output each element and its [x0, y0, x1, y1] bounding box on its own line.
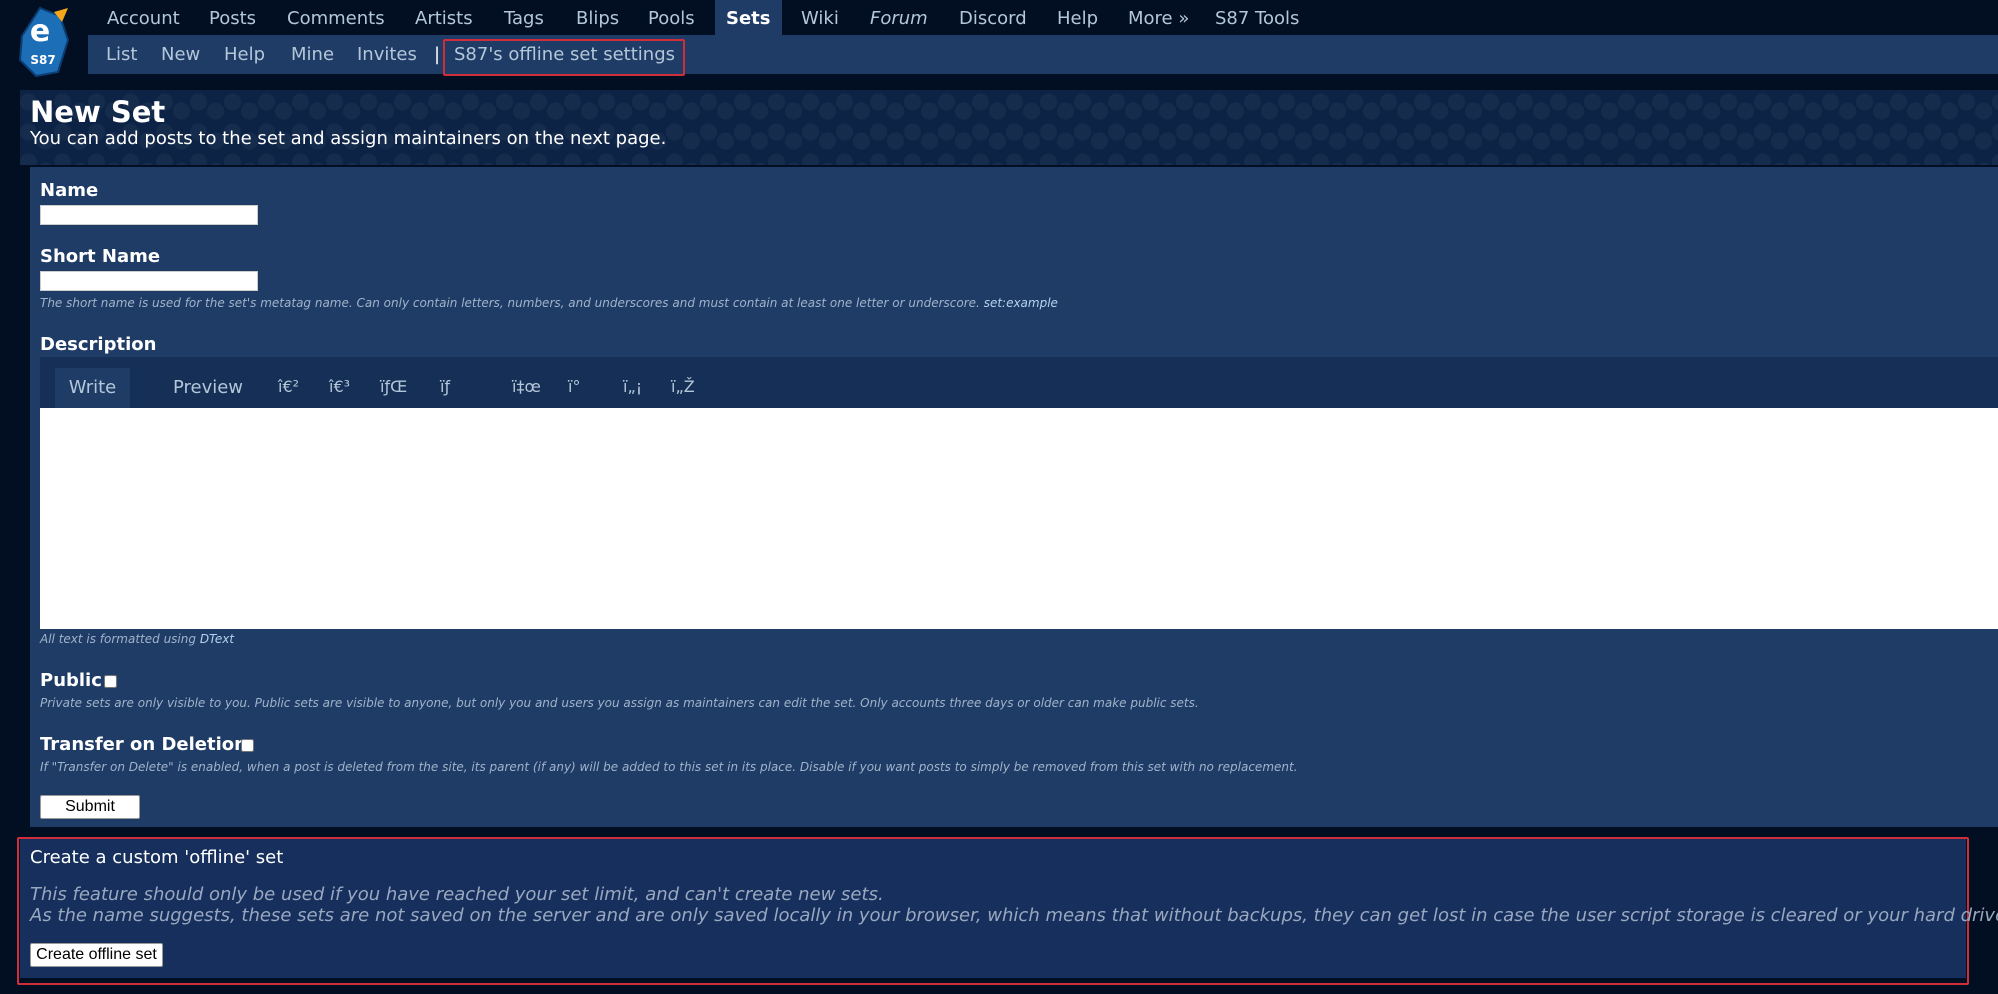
editor-tabbar: Write Preview î€² î€³ ïƒŒ ïƒ ï‡œ ï° ï„¡ …: [40, 357, 1998, 408]
dtext-hint: All text is formatted using DText: [40, 632, 234, 646]
page-subtitle: You can add posts to the set and assign …: [30, 128, 667, 149]
public-checkbox[interactable]: [104, 675, 117, 688]
logo-icon: e S87: [18, 6, 70, 78]
subnav-mine[interactable]: Mine: [282, 35, 343, 74]
toolbar-strikethrough-icon[interactable]: ïƒŒ: [380, 369, 407, 405]
dtext-hint-text: All text is formatted using: [40, 632, 196, 646]
description-textarea[interactable]: [40, 408, 1998, 629]
nav-pools[interactable]: Pools: [637, 0, 706, 37]
nav-more[interactable]: More »: [1117, 0, 1200, 37]
subnav-new[interactable]: New: [152, 35, 209, 74]
tab-preview[interactable]: Preview: [153, 368, 263, 408]
short-name-input[interactable]: [40, 271, 258, 291]
transfer-on-deletion-hint: If "Transfer on Delete" is enabled, when…: [40, 760, 1298, 774]
name-label: Name: [40, 180, 99, 201]
page-title: New Set: [30, 95, 166, 129]
offline-set-description-line1: This feature should only be used if you …: [30, 884, 884, 905]
short-name-hint: The short name is used for the set's met…: [40, 296, 1058, 310]
toolbar-code-icon[interactable]: ï„¡: [623, 369, 642, 405]
subnav-help[interactable]: Help: [215, 35, 274, 74]
submit-button[interactable]: Submit: [40, 795, 140, 819]
nav-tags[interactable]: Tags: [493, 0, 555, 37]
description-label: Description: [40, 334, 157, 355]
subnav-list[interactable]: List: [97, 35, 146, 74]
logo-letter: e: [30, 14, 50, 49]
nav-wiki[interactable]: Wiki: [790, 0, 850, 37]
create-offline-set-button[interactable]: Create offline set: [30, 943, 163, 967]
nav-discord[interactable]: Discord: [948, 0, 1038, 37]
tab-write[interactable]: Write: [55, 368, 130, 408]
toolbar-quote-icon[interactable]: ï„Ž: [671, 369, 695, 405]
transfer-on-deletion-checkbox[interactable]: [241, 739, 254, 752]
short-name-label: Short Name: [40, 246, 161, 267]
toolbar-bold-icon[interactable]: î€²: [278, 369, 299, 405]
set-example-link[interactable]: set:example: [984, 296, 1058, 310]
nav-sets[interactable]: Sets: [715, 0, 782, 37]
site-logo[interactable]: e S87: [18, 6, 80, 80]
toolbar-italic-icon[interactable]: î€³: [329, 369, 350, 405]
nav-forum[interactable]: Forum: [859, 0, 939, 37]
secondary-navigation: List New Help Mine Invites | S87's offli…: [88, 35, 1998, 74]
nav-help[interactable]: Help: [1046, 0, 1109, 37]
subnav-invites[interactable]: Invites: [348, 35, 426, 74]
transfer-on-deletion-label: Transfer on Deletion: [40, 734, 247, 755]
public-hint: Private sets are only visible to you. Pu…: [40, 696, 1199, 710]
short-name-hint-text: The short name is used for the set's met…: [40, 296, 980, 310]
highlight-offline-settings: [443, 39, 685, 76]
logo-caption: S87: [30, 53, 55, 67]
public-label: Public: [40, 670, 102, 691]
nav-comments[interactable]: Comments: [276, 0, 396, 37]
toolbar-spoiler-icon[interactable]: ï°: [568, 369, 580, 405]
toolbar-underline-icon[interactable]: ïƒ: [440, 369, 450, 405]
top-navigation: e S87 Account Posts Comments Artists Tag…: [0, 0, 1998, 78]
offline-set-description-line2: As the name suggests, these sets are not…: [30, 905, 1998, 926]
nav-account[interactable]: Account: [96, 0, 191, 37]
toolbar-heading-icon[interactable]: ï‡œ: [512, 369, 541, 405]
nav-posts[interactable]: Posts: [198, 0, 267, 37]
dtext-link[interactable]: DText: [200, 632, 234, 646]
name-input[interactable]: [40, 205, 258, 225]
subnav-separator: |: [434, 44, 441, 65]
nav-blips[interactable]: Blips: [565, 0, 630, 37]
nav-s87-tools[interactable]: S87 Tools: [1204, 0, 1310, 37]
offline-set-title: Create a custom 'offline' set: [30, 847, 284, 868]
nav-artists[interactable]: Artists: [404, 0, 484, 37]
